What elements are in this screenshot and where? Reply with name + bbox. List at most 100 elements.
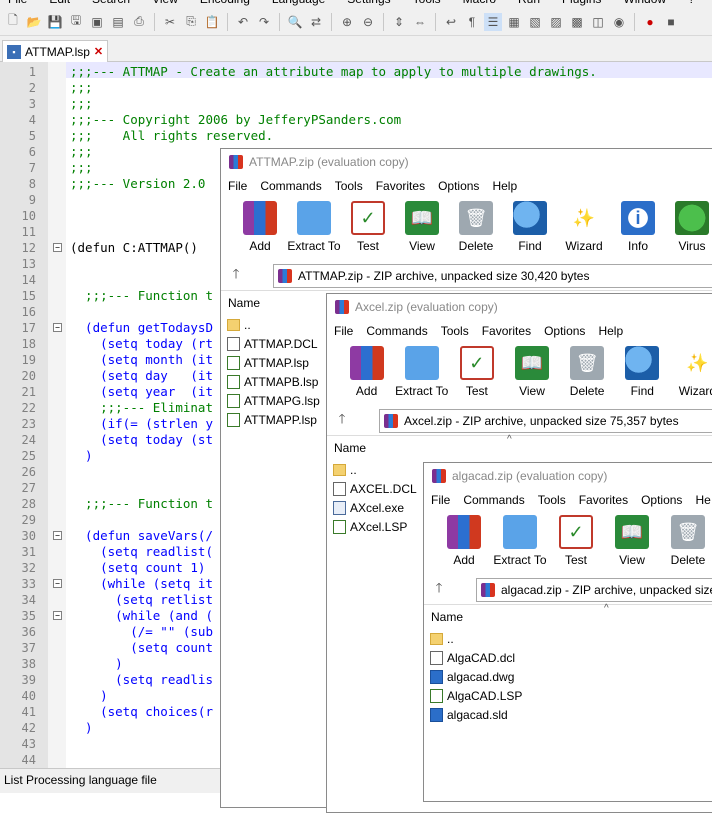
delete-button[interactable]: 🗑 Delete: [660, 511, 712, 567]
file-list[interactable]: .. AlgaCAD.dcl algacad.dwg AlgaCAD.LSP algac…: [424, 629, 712, 801]
document-map-icon[interactable]: ▧: [526, 13, 544, 31]
monitoring-icon[interactable]: ◫: [589, 13, 607, 31]
test-button[interactable]: ✓ Test: [548, 511, 604, 567]
menu-search[interactable]: Search: [92, 0, 130, 6]
file-list-item[interactable]: algacad.dwg: [424, 667, 712, 686]
save-icon[interactable]: 💾: [46, 13, 64, 31]
fold-toggle-icon[interactable]: −: [53, 243, 62, 252]
menu-macro[interactable]: Macro: [463, 0, 496, 6]
menu-plugins[interactable]: Plugins: [562, 0, 601, 6]
fold-toggle-icon[interactable]: −: [53, 611, 62, 620]
up-arrow-icon[interactable]: 🡑: [424, 579, 454, 601]
menu-options[interactable]: Options: [438, 179, 479, 193]
show-all-chars-icon[interactable]: ¶: [463, 13, 481, 31]
menu-options[interactable]: Options: [641, 493, 682, 507]
extract-to-button[interactable]: Extract To: [287, 197, 341, 253]
fold-toggle-icon[interactable]: −: [53, 531, 62, 540]
redo-icon[interactable]: ↷: [255, 13, 273, 31]
file-list-item[interactable]: AlgaCAD.dcl: [424, 648, 712, 667]
extract-to-button[interactable]: Extract To: [492, 511, 548, 567]
virus-button[interactable]: Virus: [665, 197, 712, 253]
print-icon[interactable]: ⎙: [130, 13, 148, 31]
archive-path-field[interactable]: ATTMAP.zip - ZIP archive, unpacked size …: [273, 264, 712, 288]
code-line[interactable]: 3;;;: [0, 96, 712, 112]
add-button[interactable]: Add: [233, 197, 287, 253]
menu-commands[interactable]: Commands: [463, 493, 524, 507]
open-file-icon[interactable]: 📂: [25, 13, 43, 31]
menu-file[interactable]: File: [334, 324, 353, 338]
code-line[interactable]: 5 ;;; All rights reserved.: [0, 128, 712, 144]
menu-favorites[interactable]: Favorites: [579, 493, 628, 507]
extract-to-button[interactable]: Extract To: [394, 342, 449, 398]
wizard-button[interactable]: ✨ Wizard: [670, 342, 712, 398]
column-header-name[interactable]: Name ^: [327, 434, 712, 460]
cut-icon[interactable]: ✂: [161, 13, 179, 31]
delete-button[interactable]: 🗑 Delete: [560, 342, 615, 398]
find-icon[interactable]: 🔍: [286, 13, 304, 31]
function-list-icon[interactable]: ▨: [547, 13, 565, 31]
eye-icon[interactable]: ◉: [610, 13, 628, 31]
close-all-icon[interactable]: ▤: [109, 13, 127, 31]
language-icon[interactable]: ▦: [505, 13, 523, 31]
menu-he[interactable]: He: [695, 493, 710, 507]
sync-horizontal-icon[interactable]: ⇔: [411, 13, 429, 31]
menu-file[interactable]: File: [431, 493, 450, 507]
menu-commands[interactable]: Commands: [366, 324, 427, 338]
window-title-bar[interactable]: algacad.zip (evaluation copy): [424, 463, 712, 489]
view-button[interactable]: 📖 View: [504, 342, 559, 398]
menu-tools[interactable]: Tools: [441, 324, 469, 338]
menu-language[interactable]: Language: [272, 0, 325, 6]
menu-window[interactable]: Window: [623, 0, 666, 6]
menu-settings[interactable]: Settings: [347, 0, 390, 6]
column-header-name[interactable]: Name ^: [424, 603, 712, 629]
info-button[interactable]: i Info: [611, 197, 665, 253]
menu-favorites[interactable]: Favorites: [482, 324, 531, 338]
menu-help[interactable]: Help: [598, 324, 623, 338]
folder-workspace-icon[interactable]: ▩: [568, 13, 586, 31]
menu-tools[interactable]: Tools: [335, 179, 363, 193]
undo-icon[interactable]: ↶: [234, 13, 252, 31]
menu-edit[interactable]: Edit: [49, 0, 70, 6]
code-line[interactable]: 1 ;;;--- ATTMAP - Create an attribute map…: [0, 64, 712, 80]
tab-attmap-lsp[interactable]: ▪ ATTMAP.lsp ✕: [2, 40, 109, 62]
close-tab-icon[interactable]: ✕: [94, 45, 103, 58]
stop-macro-icon[interactable]: ■: [662, 13, 680, 31]
close-icon[interactable]: ▣: [88, 13, 106, 31]
file-list-item[interactable]: algacad.sld: [424, 705, 712, 724]
archive-path-field[interactable]: algacad.zip - ZIP archive, unpacked size: [476, 578, 712, 602]
view-button[interactable]: 📖 View: [395, 197, 449, 253]
replace-icon[interactable]: ⇄: [307, 13, 325, 31]
menu-view[interactable]: View: [152, 0, 178, 6]
delete-button[interactable]: 🗑 Delete: [449, 197, 503, 253]
menu-options[interactable]: Options: [544, 324, 585, 338]
menu-encoding[interactable]: Encoding: [200, 0, 250, 6]
up-arrow-icon[interactable]: 🡑: [327, 410, 357, 432]
menu-file[interactable]: File: [228, 179, 247, 193]
record-macro-icon[interactable]: ●: [641, 13, 659, 31]
up-arrow-icon[interactable]: 🡑: [221, 265, 251, 287]
archive-window-algacad[interactable]: algacad.zip (evaluation copy) File Command…: [423, 462, 712, 802]
code-line[interactable]: 2;;;: [0, 80, 712, 96]
menu-tools[interactable]: Tools: [538, 493, 566, 507]
fold-toggle-icon[interactable]: −: [53, 579, 62, 588]
menu-[interactable]: ?: [688, 0, 695, 6]
view-button[interactable]: 📖 View: [604, 511, 660, 567]
code-line[interactable]: 4 ;;;--- Copyright 2006 by JefferyPSander…: [0, 112, 712, 128]
zoom-in-icon[interactable]: ⊕: [338, 13, 356, 31]
menu-run[interactable]: Run: [518, 0, 540, 6]
paste-icon[interactable]: 📋: [203, 13, 221, 31]
menu-favorites[interactable]: Favorites: [376, 179, 425, 193]
find-button[interactable]: Find: [503, 197, 557, 253]
menu-help[interactable]: Help: [492, 179, 517, 193]
indent-guide-icon[interactable]: ☰: [484, 12, 502, 31]
add-button[interactable]: Add: [436, 511, 492, 567]
add-button[interactable]: Add: [339, 342, 394, 398]
copy-icon[interactable]: ⎘: [182, 13, 200, 31]
window-title-bar[interactable]: Axcel.zip (evaluation copy): [327, 294, 712, 320]
new-file-icon[interactable]: 🗋: [4, 13, 22, 31]
menu-file[interactable]: File: [8, 0, 27, 6]
file-list-item[interactable]: AlgaCAD.LSP: [424, 686, 712, 705]
archive-path-field[interactable]: Axcel.zip - ZIP archive, unpacked size 7…: [379, 409, 712, 433]
test-button[interactable]: ✓ Test: [341, 197, 395, 253]
sync-vertical-icon[interactable]: ⇕: [390, 13, 408, 31]
